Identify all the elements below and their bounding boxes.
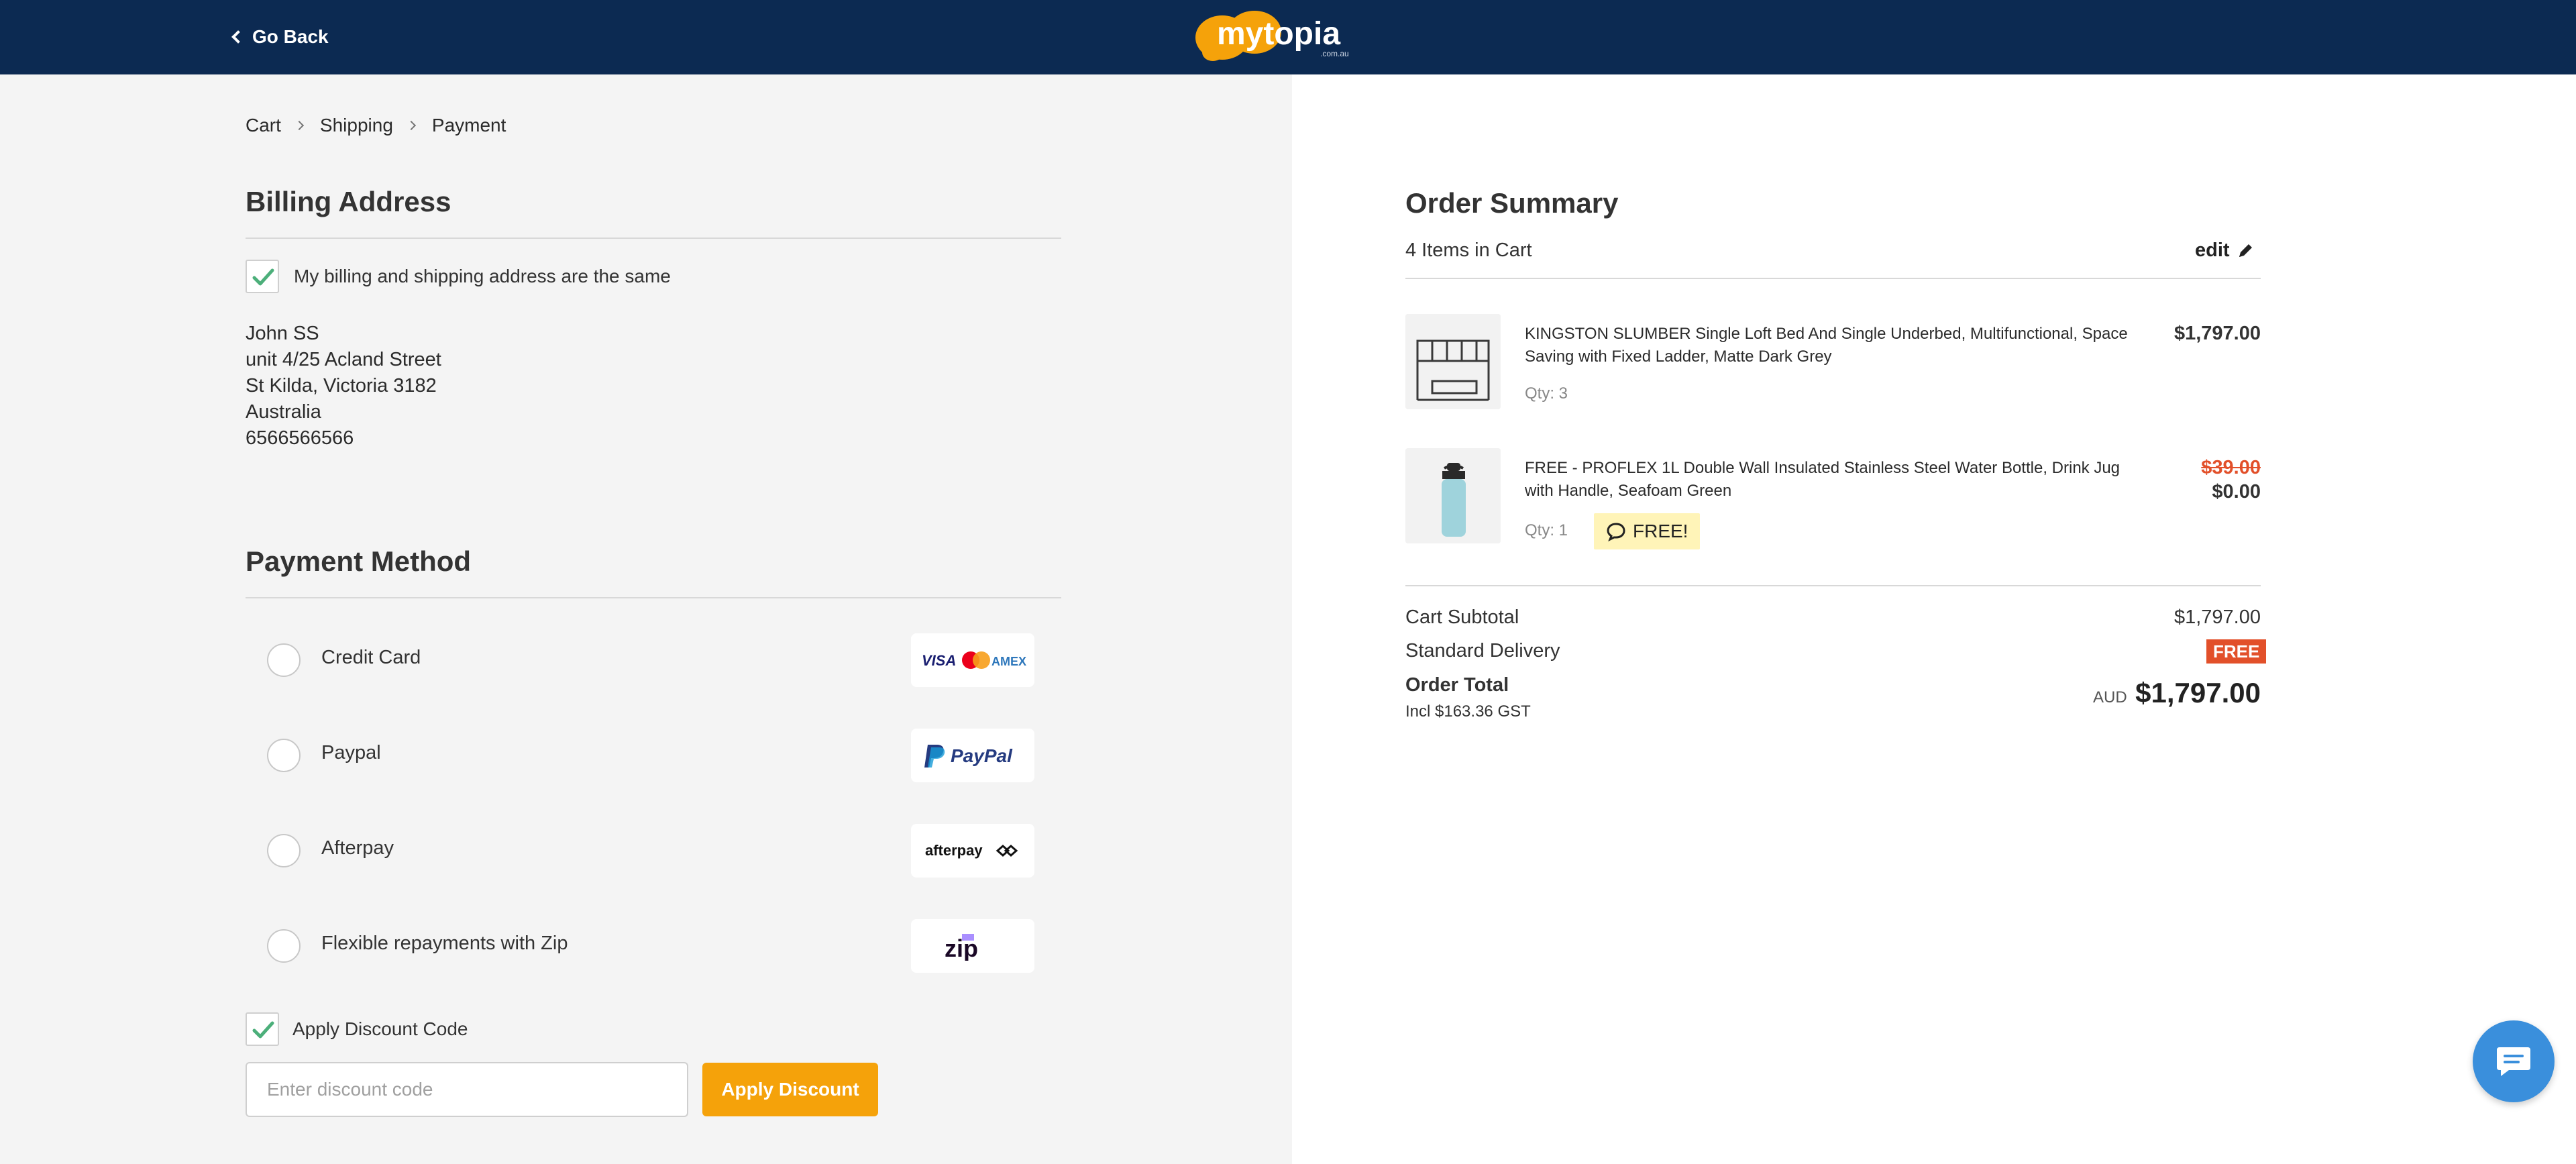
- pencil-icon: [2239, 244, 2252, 257]
- afterpay-radio[interactable]: [267, 834, 301, 867]
- chat-button[interactable]: [2473, 1020, 2555, 1102]
- mytopia-logo[interactable]: mytopia .com.au: [1194, 5, 1362, 63]
- zip-radio[interactable]: [267, 929, 301, 963]
- paypal-icon: PayPal: [911, 729, 1034, 782]
- order-summary-panel: Order Summary 4 Items in Cart edit KINGS…: [1292, 74, 2576, 1164]
- go-back-link[interactable]: Go Back: [231, 20, 329, 54]
- order-total-value: $1,797.00: [2135, 677, 2261, 708]
- discount-checkbox-label[interactable]: Apply Discount Code: [292, 1018, 468, 1040]
- card-brands-icon: VISA AMEX: [911, 633, 1034, 687]
- logo-text: mytopia: [1217, 16, 1340, 52]
- currency-label: AUD: [2093, 688, 2127, 706]
- edit-label: edit: [2195, 240, 2230, 261]
- paypal-radio[interactable]: [267, 739, 301, 772]
- divider: [246, 597, 1061, 598]
- gst-note: Incl $163.36 GST: [1405, 702, 1531, 721]
- delivery-label: Standard Delivery: [1405, 640, 1560, 662]
- address-country: Australia: [246, 401, 321, 423]
- chat-icon: [2497, 1047, 2530, 1076]
- top-header: Go Back mytopia .com.au: [0, 0, 2576, 74]
- subtotal-value: $1,797.00: [2174, 606, 2261, 628]
- chevron-right-icon: [406, 120, 416, 131]
- breadcrumb-cart[interactable]: Cart: [246, 115, 281, 136]
- items-count: 4 Items in Cart: [1405, 240, 1532, 261]
- logo-subtext: .com.au: [1320, 49, 1349, 58]
- amex-text: AMEX: [991, 655, 1026, 668]
- chevron-right-icon: [294, 120, 304, 131]
- billing-title: Billing Address: [246, 186, 451, 217]
- zip-icon: zip: [911, 919, 1034, 973]
- same-address-checkbox[interactable]: [246, 260, 279, 293]
- breadcrumb-payment: Payment: [431, 115, 506, 136]
- divider: [1405, 278, 2261, 279]
- zip-logo-text: zip: [945, 935, 978, 961]
- billing-address: John SS unit 4/25 Acland Street St Kilda…: [246, 321, 441, 452]
- payment-option-zip[interactable]: Flexible repayments with Zip zip: [246, 911, 1061, 978]
- payment-option-credit-card[interactable]: Credit Card VISA AMEX: [246, 625, 1061, 692]
- address-name: John SS: [246, 323, 319, 344]
- item-original-price: $39.00: [2201, 457, 2261, 478]
- edit-cart-link[interactable]: edit: [2195, 240, 2254, 262]
- address-line2: St Kilda, Victoria 3182: [246, 375, 437, 396]
- credit-card-radio[interactable]: [267, 643, 301, 677]
- checkout-panel: Cart Shipping Payment Billing Address My…: [0, 74, 1292, 1164]
- address-line1: unit 4/25 Acland Street: [246, 349, 441, 370]
- discount-code-input[interactable]: [246, 1062, 688, 1117]
- same-address-label[interactable]: My billing and shipping address are the …: [294, 266, 671, 287]
- item-name[interactable]: KINGSTON SLUMBER Single Loft Bed And Sin…: [1525, 323, 2142, 368]
- chevron-left-icon: [231, 30, 245, 44]
- subtotal-label: Cart Subtotal: [1405, 606, 1519, 628]
- item-price: $0.00: [2212, 481, 2261, 502]
- credit-card-label: Credit Card: [321, 647, 421, 668]
- free-badge-label: FREE!: [1633, 521, 1688, 541]
- divider: [1405, 585, 2261, 586]
- delivery-free-tag: FREE: [2206, 639, 2267, 664]
- free-badge: FREE!: [1594, 513, 1701, 549]
- item-name[interactable]: FREE - PROFLEX 1L Double Wall Insulated …: [1525, 457, 2142, 502]
- breadcrumb-shipping[interactable]: Shipping: [320, 115, 393, 136]
- afterpay-icon: afterpay: [911, 824, 1034, 878]
- item-price: $1,797.00: [2174, 323, 2261, 344]
- bunk-bed-thumbnail[interactable]: [1405, 314, 1501, 409]
- checkmark-icon: [252, 268, 274, 286]
- breadcrumb: Cart Shipping Payment: [246, 115, 506, 136]
- paypal-logo-text: PayPal: [951, 745, 1013, 766]
- order-total-label: Order Total: [1405, 674, 1509, 696]
- afterpay-label: Afterpay: [321, 837, 394, 859]
- paypal-label: Paypal: [321, 742, 381, 763]
- address-phone: 6566566566: [246, 427, 354, 449]
- visa-text: VISA: [922, 652, 956, 669]
- payment-title: Payment Method: [246, 545, 472, 577]
- order-summary-title: Order Summary: [1405, 187, 1619, 219]
- payment-option-paypal[interactable]: Paypal PayPal: [246, 721, 1061, 788]
- water-bottle-thumbnail[interactable]: [1405, 448, 1501, 543]
- zip-label: Flexible repayments with Zip: [321, 933, 568, 954]
- payment-option-afterpay[interactable]: Afterpay afterpay: [246, 816, 1061, 883]
- discount-checkbox[interactable]: [246, 1012, 279, 1046]
- order-total: AUD $1,797.00: [2084, 677, 2261, 709]
- apply-discount-button[interactable]: Apply Discount: [702, 1063, 878, 1116]
- item-qty: Qty: 1: [1525, 521, 1568, 539]
- item-qty: Qty: 3: [1525, 384, 1568, 403]
- afterpay-logo-text: afterpay: [925, 842, 983, 859]
- divider: [246, 237, 1061, 239]
- speech-bubble-icon: [1607, 523, 1625, 541]
- checkmark-icon: [252, 1021, 274, 1039]
- go-back-label: Go Back: [252, 26, 329, 47]
